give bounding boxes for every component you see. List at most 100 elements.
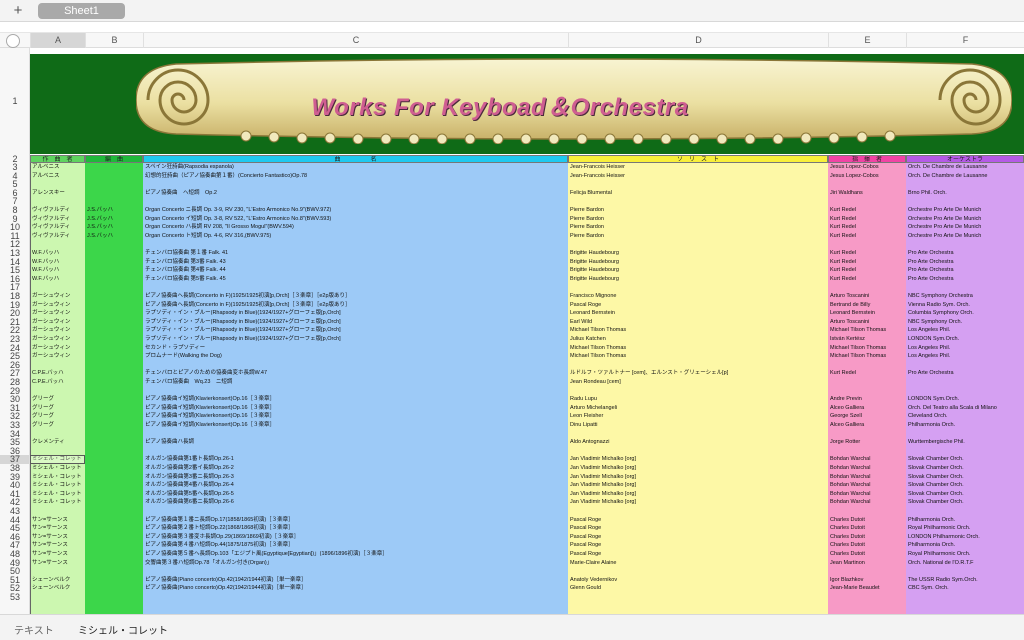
- cell-f[interactable]: Orchestre Pro Arte De Munich: [908, 206, 1022, 215]
- cell-d[interactable]: Michael Tilson Thomas: [570, 352, 826, 361]
- cell-d[interactable]: Pascal Roge: [570, 524, 826, 533]
- cell-e[interactable]: Bohdan Warchal: [830, 464, 904, 473]
- cell-e[interactable]: Arturo Toscanini: [830, 318, 904, 327]
- column-header-d[interactable]: D: [568, 33, 828, 48]
- cell-c[interactable]: ピアノ協奏曲イ短調(Klavierkonsert)Op.16［３楽章］: [145, 404, 566, 413]
- cell-d[interactable]: Brigitte Haudebourg: [570, 249, 826, 258]
- column-header-f[interactable]: F: [906, 33, 1024, 48]
- cell-b[interactable]: J.S.バッハ: [87, 232, 142, 241]
- cell-e[interactable]: Kurt Redel: [830, 266, 904, 275]
- cell-a[interactable]: ガーシュウィン: [32, 301, 84, 310]
- cell-b[interactable]: J.S.バッハ: [87, 206, 142, 215]
- cell-f[interactable]: Los Angeles Phil.: [908, 352, 1022, 361]
- cell-c[interactable]: プロムナード(Walking the Dog): [145, 352, 566, 361]
- cell-a[interactable]: ヴィヴァルディ: [32, 215, 84, 224]
- cell-c[interactable]: スペイン狂詩曲(Rapsodia espanola): [145, 163, 566, 172]
- cell-f[interactable]: Wurttembergische Phil.: [908, 438, 1022, 447]
- column-header-b[interactable]: B: [85, 33, 143, 48]
- cell-a[interactable]: W.F.バッハ: [32, 266, 84, 275]
- cell-f[interactable]: Orchestre Pro Arte De Munich: [908, 223, 1022, 232]
- cell-f[interactable]: Orch. De Chambre de Lausanne: [908, 172, 1022, 181]
- cell-f[interactable]: Slovak Chamber Orch.: [908, 455, 1022, 464]
- cell-e[interactable]: Charles Dutoit: [830, 541, 904, 550]
- cell-f[interactable]: Pro Arte Orchestra: [908, 258, 1022, 267]
- cell-a[interactable]: ミシェル・コレット: [32, 498, 84, 507]
- cell-c[interactable]: Organ Concerto イ短調 Op. 3-8, RV 522, "L'E…: [145, 215, 566, 224]
- cell-d[interactable]: Arturo Michelangeli: [570, 404, 826, 413]
- cell-e[interactable]: Michael Tilson Thomas: [830, 352, 904, 361]
- cell-d[interactable]: Pascal Roge: [570, 533, 826, 542]
- cell-d[interactable]: Radu Lupu: [570, 395, 826, 404]
- cell-c[interactable]: ピアノ協奏曲ヘ長調(Concerto in F)(1925/1925初演[p,O…: [145, 292, 566, 301]
- cell-c[interactable]: ピアノ協奏曲第１番ニ長調Op.17(1858/1865初演)［３楽章］: [145, 516, 566, 525]
- selected-cell[interactable]: [30, 454, 85, 465]
- cell-f[interactable]: Orch. National de l'O.R.T.F: [908, 559, 1022, 568]
- cell-e[interactable]: Igor Blazhkov: [830, 576, 904, 585]
- cell-a[interactable]: ガーシュウィン: [32, 335, 84, 344]
- cell-d[interactable]: Jan Vladimir Michalko [org]: [570, 481, 826, 490]
- cell-d[interactable]: Jan Vladimir Michalko [org]: [570, 464, 826, 473]
- cell-e[interactable]: Kurt Redel: [830, 369, 904, 378]
- cell-f[interactable]: Columbia Symphony Orch.: [908, 309, 1022, 318]
- cell-d[interactable]: Brigitte Haudebourg: [570, 266, 826, 275]
- cell-e[interactable]: Kurt Redel: [830, 232, 904, 241]
- cell-f[interactable]: Pro Arte Orchestra: [908, 249, 1022, 258]
- cell-c[interactable]: ラプソディ・イン・ブルー(Rhapsody in Blue)(1924/1927…: [145, 318, 566, 327]
- cell-a[interactable]: アルベニス: [32, 172, 84, 181]
- cell-f[interactable]: Los Angeles Phil.: [908, 344, 1022, 353]
- cell-f[interactable]: LONDON Sym.Orch.: [908, 335, 1022, 344]
- cell-e[interactable]: Alceo Galliera: [830, 404, 904, 413]
- cell-e[interactable]: Bohdan Warchal: [830, 490, 904, 499]
- cell-a[interactable]: アルベニス: [32, 163, 84, 172]
- cell-c[interactable]: チェンバロ協奏曲 Wq.23 ニ短調: [145, 378, 566, 387]
- cell-e[interactable]: Bohdan Warchal: [830, 455, 904, 464]
- cell-f[interactable]: Pro Arte Orchestra: [908, 266, 1022, 275]
- cell-a[interactable]: ミシェル・コレット: [32, 464, 84, 473]
- cell-a[interactable]: ガーシュウィン: [32, 344, 84, 353]
- cell-f[interactable]: Philharmonia Orch.: [908, 516, 1022, 525]
- cell-d[interactable]: ルドルフ・ツァルトナー [cem]、エルンスト・グリェーシェル[p]: [570, 369, 826, 378]
- header-title[interactable]: 曲 名: [143, 155, 568, 163]
- cell-f[interactable]: Orch. Del Teatro alla Scala di Milano: [908, 404, 1022, 413]
- cell-a[interactable]: シェーンベルク: [32, 576, 84, 585]
- cell-a[interactable]: ヴィヴァルディ: [32, 223, 84, 232]
- cell-a[interactable]: ミシェル・コレット: [32, 481, 84, 490]
- cell-f[interactable]: Orch. De Chambre de Lausanne: [908, 163, 1022, 172]
- cell-d[interactable]: Jan Vladimir Michalko [org]: [570, 455, 826, 464]
- cell-c[interactable]: オルガン協奏曲第4番ハ長調Op.26-4: [145, 481, 566, 490]
- cell-c[interactable]: オルガン協奏曲第1番ト長調Op.26-1: [145, 455, 566, 464]
- cell-c[interactable]: ラプソディ・イン・ブルー(Rhapsody in Blue)(1924/1927…: [145, 335, 566, 344]
- cell-e[interactable]: Kurt Redel: [830, 258, 904, 267]
- cell-d[interactable]: Jan Vladimir Michalko [org]: [570, 490, 826, 499]
- cell-e[interactable]: Jean-Marie Beaudet: [830, 584, 904, 593]
- cell-c[interactable]: チェンバロ協奏曲 第5番 Falk. 45: [145, 275, 566, 284]
- add-sheet-button[interactable]: +: [10, 2, 26, 20]
- cell-a[interactable]: ヴィヴァルディ: [32, 232, 84, 241]
- cell-e[interactable]: Jorge Rotter: [830, 438, 904, 447]
- cell-c[interactable]: セカンド・ラプソディー: [145, 344, 566, 353]
- cell-e[interactable]: Alceo Galliera: [830, 421, 904, 430]
- cell-a[interactable]: サン=サーンス: [32, 524, 84, 533]
- cell-e[interactable]: Jesus Lopez-Cobos: [830, 163, 904, 172]
- cell-c[interactable]: Organ Concerto ニ長調 Op. 3-9, RV 230, "L'E…: [145, 206, 566, 215]
- cell-c[interactable]: 交響曲第３番ハ短調Op.78「オルガン付き(Organ)」: [145, 559, 566, 568]
- cell-f[interactable]: NBC Symphony Orchestra: [908, 292, 1022, 301]
- cell-e[interactable]: George Szell: [830, 412, 904, 421]
- cell-c[interactable]: チェンバロ協奏曲 第4番 Falk. 44: [145, 266, 566, 275]
- cell-c[interactable]: ピアノ協奏曲イ短調(Klavierkonsert)Op.16［３楽章］: [145, 421, 566, 430]
- cell-f[interactable]: The USSR Radio Sym.Orch.: [908, 576, 1022, 585]
- cell-c[interactable]: ピアノ協奏曲 ヘ短調 Op.2: [145, 189, 566, 198]
- cell-e[interactable]: Michael Tilson Thomas: [830, 326, 904, 335]
- cell-d[interactable]: Glenn Gould: [570, 584, 826, 593]
- cell-e[interactable]: Kurt Redel: [830, 223, 904, 232]
- cell-f[interactable]: Royal Philharmonic Orch.: [908, 550, 1022, 559]
- cell-f[interactable]: Slovak Chamber Orch.: [908, 481, 1022, 490]
- cell-e[interactable]: Kurt Redel: [830, 249, 904, 258]
- cell-f[interactable]: NBC Symphony Orch.: [908, 318, 1022, 327]
- cell-c[interactable]: ピアノ協奏曲第４番ハ短調Op.44(1875/1875初演)［３楽章］: [145, 541, 566, 550]
- cell-c[interactable]: Organ Concerto ト短調 Op. 4-6, RV 316,(BWV.…: [145, 232, 566, 241]
- cell-a[interactable]: サン=サーンス: [32, 550, 84, 559]
- cell-e[interactable]: Charles Dutoit: [830, 533, 904, 542]
- cell-e[interactable]: István Kertész: [830, 335, 904, 344]
- cell-d[interactable]: Pascal Roge: [570, 541, 826, 550]
